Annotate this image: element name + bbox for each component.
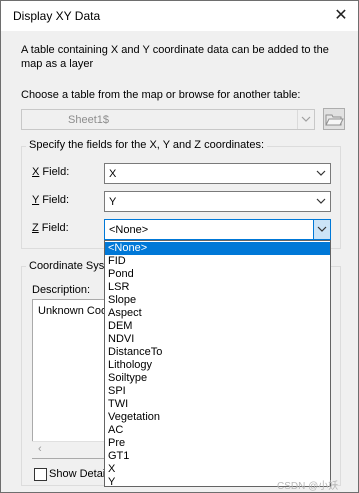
dropdown-option[interactable]: LSR — [105, 281, 330, 294]
dropdown-option[interactable]: <None> — [105, 242, 330, 255]
dropdown-option[interactable]: Lithology — [105, 359, 330, 372]
chevron-down-icon[interactable] — [313, 192, 330, 211]
x-field-value: X — [109, 168, 117, 180]
chevron-down-icon[interactable] — [313, 220, 330, 239]
y-field-select[interactable]: Y — [104, 191, 331, 212]
description-label: Description: — [32, 284, 91, 296]
choose-table-label: Choose a table from the map or browse fo… — [21, 89, 301, 101]
dropdown-option[interactable]: SPI — [105, 385, 330, 398]
title-bar: Display XY Data ✕ — [1, 1, 358, 31]
x-field-select[interactable]: X — [104, 163, 331, 184]
y-field-value: Y — [109, 196, 117, 208]
chevron-down-icon[interactable] — [297, 110, 314, 129]
show-details-checkbox[interactable] — [34, 468, 47, 481]
dialog-description: A table containing X and Y coordinate da… — [21, 44, 329, 70]
fields-group-label: Specify the fields for the X, Y and Z co… — [26, 139, 268, 151]
chevron-down-icon[interactable] — [313, 164, 330, 183]
z-field-select[interactable]: <None> — [104, 219, 331, 240]
dropdown-option[interactable]: AC — [105, 424, 330, 437]
z-field-label: Z Field: — [32, 222, 69, 234]
dropdown-option[interactable]: GT1 — [105, 450, 330, 463]
dropdown-option[interactable]: Slope — [105, 294, 330, 307]
dropdown-option[interactable]: Soiltype — [105, 372, 330, 385]
dropdown-option[interactable]: Aspect — [105, 307, 330, 320]
show-details-label: Show Detail — [49, 468, 108, 480]
dropdown-option[interactable]: DistanceTo — [105, 346, 330, 359]
table-select[interactable]: Sheet1$ — [21, 109, 315, 130]
horizontal-scrollbar[interactable]: ‹ — [32, 441, 105, 458]
open-folder-icon — [325, 114, 344, 126]
z-field-value: <None> — [109, 224, 149, 236]
coordinate-description-text: Unknown Coo — [38, 305, 105, 317]
dropdown-option[interactable]: TWI — [105, 398, 330, 411]
dropdown-option[interactable]: DEM — [105, 320, 330, 333]
dropdown-option[interactable]: Vegetation — [105, 411, 330, 424]
display-xy-data-dialog: Display XY Data ✕ A table containing X a… — [0, 0, 359, 493]
dropdown-option[interactable]: FID — [105, 255, 330, 268]
browse-folder-button[interactable] — [323, 108, 345, 130]
chevron-left-icon[interactable]: ‹ — [38, 443, 42, 455]
dropdown-option[interactable]: Pre — [105, 437, 330, 450]
watermark: CSDN @小妖T800 — [277, 481, 339, 493]
dropdown-option[interactable]: NDVI — [105, 333, 330, 346]
dropdown-option[interactable]: Pond — [105, 268, 330, 281]
dialog-title: Display XY Data — [13, 9, 101, 23]
z-field-dropdown-list: <None> FID Pond LSR Slope Aspect DEM NDVI Distan… — [104, 240, 331, 488]
x-field-label: X Field: — [32, 166, 70, 178]
close-icon[interactable]: ✕ — [330, 5, 352, 27]
y-field-label: Y Field: — [32, 194, 70, 206]
coordinate-system-label: Coordinate Sys — [26, 260, 108, 272]
table-select-value: Sheet1$ — [68, 114, 109, 126]
coordinate-description-box: Unknown Coo — [32, 299, 105, 459]
dropdown-option[interactable]: X — [105, 463, 330, 476]
